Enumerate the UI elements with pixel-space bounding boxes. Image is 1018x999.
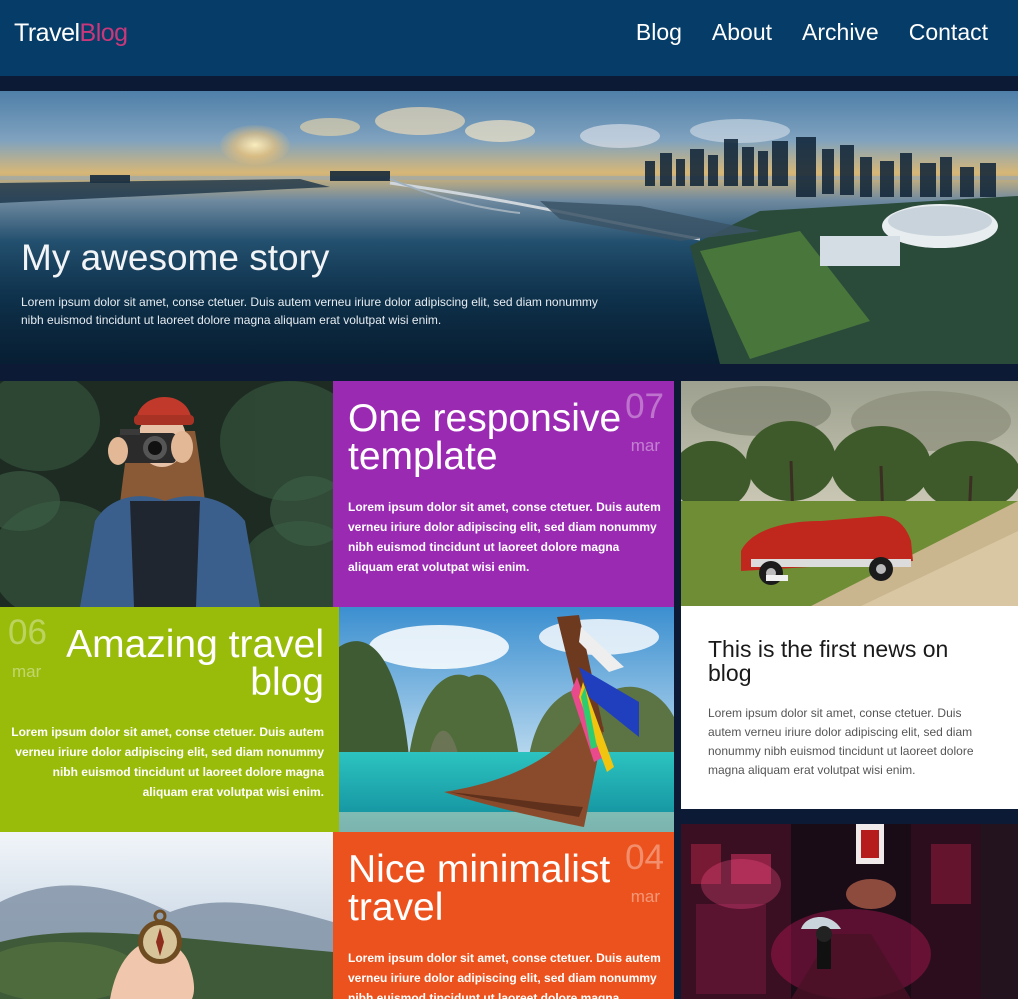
site-header: TravelBlog Blog About Archive Contact bbox=[0, 0, 1018, 76]
hero-title[interactable]: My awesome story bbox=[21, 237, 329, 279]
post-excerpt: Lorem ipsum dolor sit amet, conse ctetue… bbox=[348, 500, 661, 574]
photo-compass-hand[interactable] bbox=[0, 832, 333, 999]
logo-accent: Blog bbox=[79, 19, 129, 47]
photo-red-car[interactable] bbox=[681, 381, 1018, 606]
red-car-image bbox=[681, 381, 1018, 606]
post-month: mar bbox=[630, 887, 660, 906]
news-card[interactable]: This is the first news on blog Lorem ips… bbox=[681, 606, 1018, 809]
post-month: mar bbox=[12, 662, 42, 681]
hero-banner[interactable]: My awesome story Lorem ipsum dolor sit a… bbox=[0, 91, 1018, 364]
post-day: 06 bbox=[8, 613, 47, 652]
nav-archive[interactable]: Archive bbox=[802, 19, 879, 46]
post-card-green[interactable]: 06 mar Amazing travel blog Lorem ipsum d… bbox=[0, 607, 339, 832]
news-title[interactable]: This is the first news on blog bbox=[708, 637, 998, 685]
site-logo[interactable]: TravelBlog bbox=[14, 19, 128, 48]
post-card-orange[interactable]: 04 mar Nice minimalist travel Lorem ipsu… bbox=[333, 832, 674, 999]
nav-contact[interactable]: Contact bbox=[909, 19, 988, 46]
nav-about[interactable]: About bbox=[712, 19, 772, 46]
nav-blog[interactable]: Blog bbox=[636, 19, 682, 46]
post-title[interactable]: Amazing travel blog bbox=[54, 625, 324, 702]
longtail-boat-image bbox=[339, 607, 674, 832]
woman-camera-image bbox=[0, 381, 333, 607]
main-nav: Blog About Archive Contact bbox=[636, 19, 988, 46]
post-title[interactable]: Nice minimalist travel bbox=[348, 850, 628, 927]
news-excerpt: Lorem ipsum dolor sit amet, conse ctetue… bbox=[708, 706, 974, 777]
post-excerpt: Lorem ipsum dolor sit amet, conse ctetue… bbox=[348, 951, 661, 999]
post-month: mar bbox=[630, 436, 660, 455]
hero-text: Lorem ipsum dolor sit amet, conse ctetue… bbox=[21, 295, 598, 327]
post-day: 04 bbox=[625, 838, 664, 877]
photo-longtail-boat[interactable] bbox=[339, 607, 674, 832]
logo-primary: Travel bbox=[14, 19, 80, 47]
post-day: 07 bbox=[625, 387, 664, 426]
neon-street-image bbox=[681, 824, 1018, 999]
photo-woman-camera[interactable] bbox=[0, 381, 333, 607]
photo-neon-street[interactable] bbox=[681, 824, 1018, 999]
post-card-purple[interactable]: 07 mar One responsive template Lorem ips… bbox=[333, 381, 674, 607]
post-title[interactable]: One responsive template bbox=[348, 399, 628, 476]
post-excerpt: Lorem ipsum dolor sit amet, conse ctetue… bbox=[11, 725, 324, 799]
compass-hand-image bbox=[0, 832, 333, 999]
